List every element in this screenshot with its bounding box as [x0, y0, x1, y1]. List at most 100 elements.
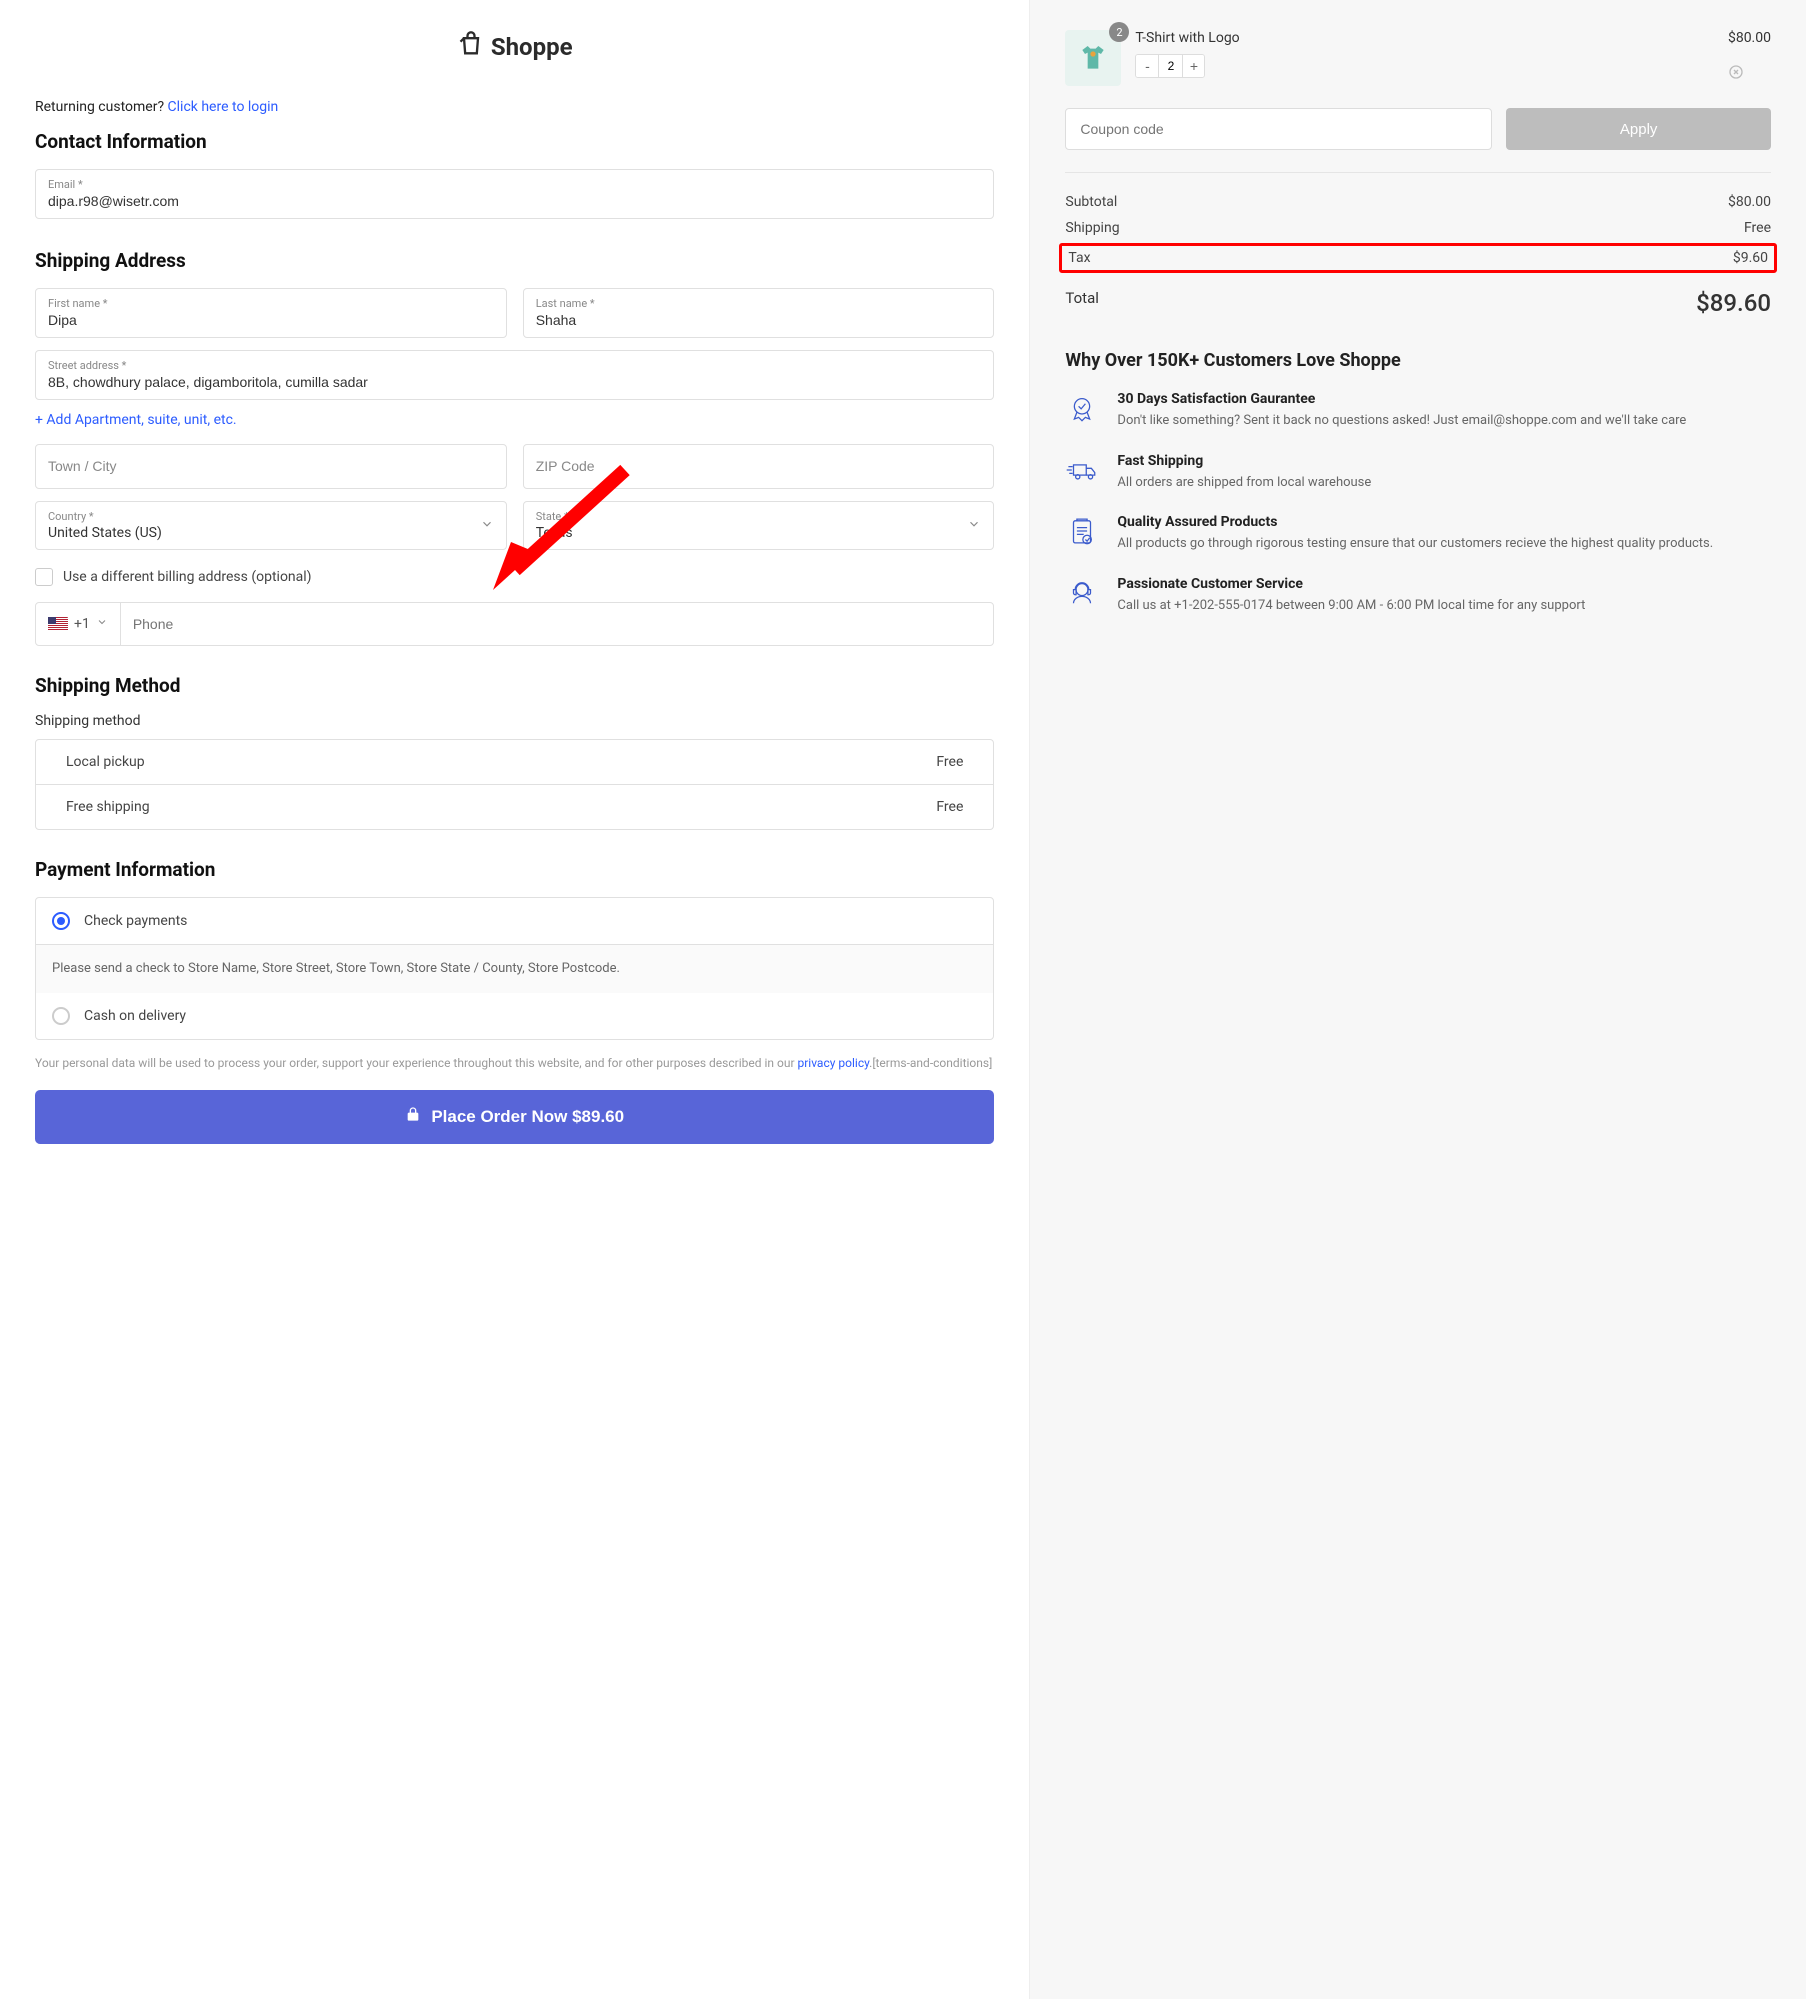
shipping-value: Free [1744, 220, 1771, 236]
shipping-option-name: Local pickup [66, 754, 145, 770]
street-input[interactable] [48, 374, 981, 390]
dial-code: +1 [74, 616, 90, 632]
qty-input[interactable] [1158, 55, 1182, 77]
lock-icon [405, 1106, 421, 1127]
chevron-down-icon [96, 616, 108, 632]
chevron-down-icon [967, 517, 981, 535]
state-label: State * [536, 510, 968, 523]
shipping-label: Shipping [1065, 220, 1119, 236]
last-name-label: Last name * [536, 297, 982, 310]
shipping-icon [1065, 453, 1099, 493]
login-link[interactable]: Click here to login [168, 99, 279, 115]
place-order-label: Place Order Now $89.60 [431, 1107, 624, 1127]
flag-us-icon [48, 617, 68, 631]
benefit-body: Call us at +1-202-555-0174 between 9:00 … [1117, 596, 1585, 616]
header-logo: Shoppe [35, 30, 994, 64]
country-select[interactable]: Country * United States (US) [35, 501, 507, 550]
subtotal-value: $80.00 [1728, 194, 1771, 210]
diff-billing-checkbox[interactable]: Use a different billing address (optiona… [35, 568, 994, 586]
benefit-title: Fast Shipping [1117, 453, 1371, 469]
country-code-select[interactable]: +1 [36, 603, 121, 645]
benefit-body: All products go through rigorous testing… [1117, 534, 1713, 554]
apply-coupon-button[interactable]: Apply [1506, 108, 1771, 150]
why-heading: Why Over 150K+ Customers Love Shoppe [1065, 350, 1771, 371]
first-name-input[interactable] [48, 312, 494, 328]
shipping-option[interactable]: Free shipping Free [36, 784, 993, 829]
first-name-label: First name * [48, 297, 494, 310]
email-input[interactable] [48, 193, 981, 209]
add-apartment-link[interactable]: + Add Apartment, suite, unit, etc. [35, 412, 994, 428]
shipping-method-table: Local pickup Free Free shipping Free [35, 739, 994, 830]
payment-option-cod[interactable]: Cash on delivery [36, 993, 993, 1039]
privacy-text: Your personal data will be used to proce… [35, 1056, 797, 1070]
tax-row: Tax $9.60 [1059, 243, 1777, 273]
privacy-link[interactable]: privacy policy [797, 1056, 869, 1070]
qty-minus-button[interactable]: - [1136, 55, 1158, 77]
benefit-title: Passionate Customer Service [1117, 576, 1585, 592]
chevron-down-icon [480, 517, 494, 535]
logo-icon [457, 30, 485, 64]
shipping-heading: Shipping Address [35, 249, 994, 272]
shipping-row: Shipping Free [1065, 215, 1771, 241]
shipping-method-label: Shipping method [35, 713, 994, 729]
radio-icon [52, 1007, 70, 1025]
guarantee-icon [1065, 391, 1099, 431]
tax-label: Tax [1068, 250, 1090, 266]
benefit-body: All orders are shipped from local wareho… [1117, 473, 1371, 493]
returning-customer: Returning customer? Click here to login [35, 99, 994, 115]
shipping-option-price: Free [936, 754, 963, 770]
product-price: $80.00 [1728, 30, 1771, 46]
last-name-field[interactable]: Last name * [523, 288, 995, 338]
shipping-method-heading: Shipping Method [35, 674, 994, 697]
place-order-button[interactable]: Place Order Now $89.60 [35, 1090, 994, 1144]
subtotal-label: Subtotal [1065, 194, 1117, 210]
total-label: Total [1065, 289, 1099, 317]
email-field[interactable]: Email * [35, 169, 994, 219]
town-field[interactable] [35, 444, 507, 489]
privacy-notice: Your personal data will be used to proce… [35, 1054, 994, 1072]
cart-item: 2 T-Shirt with Logo - + $80.00 [1065, 30, 1771, 86]
qty-plus-button[interactable]: + [1182, 55, 1204, 77]
first-name-field[interactable]: First name * [35, 288, 507, 338]
payment-option-check[interactable]: Check payments [36, 898, 993, 944]
payment-option-label: Cash on delivery [84, 1008, 186, 1024]
zip-field[interactable] [523, 444, 995, 489]
payment-heading: Payment Information [35, 858, 994, 881]
support-icon [1065, 576, 1099, 616]
benefit-title: 30 Days Satisfaction Gaurantee [1117, 391, 1686, 407]
street-label: Street address * [48, 359, 981, 372]
state-select[interactable]: State * Texas [523, 501, 995, 550]
benefit-item: Fast Shipping All orders are shipped fro… [1065, 453, 1771, 493]
total-value: $89.60 [1696, 289, 1771, 317]
quality-icon [1065, 514, 1099, 554]
phone-field[interactable]: +1 [35, 602, 994, 646]
tax-value: $9.60 [1733, 250, 1768, 266]
email-label: Email * [48, 178, 981, 191]
product-thumbnail: 2 [1065, 30, 1121, 86]
benefit-body: Don't like something? Sent it back no qu… [1117, 411, 1686, 431]
country-value: United States (US) [48, 525, 480, 541]
payment-options: Check payments Please send a check to St… [35, 897, 994, 1040]
town-input[interactable] [48, 458, 494, 474]
total-row: Total $89.60 [1065, 275, 1771, 322]
returning-text: Returning customer? [35, 99, 168, 115]
zip-input[interactable] [536, 458, 982, 474]
benefit-item: Quality Assured Products All products go… [1065, 514, 1771, 554]
checkbox-icon [35, 568, 53, 586]
privacy-text-2: .[terms-and-conditions] [869, 1056, 992, 1070]
logo-text: Shoppe [491, 33, 573, 61]
remove-item-button[interactable] [1728, 64, 1771, 84]
payment-info: Please send a check to Store Name, Store… [36, 944, 993, 993]
order-summary: Subtotal $80.00 Shipping Free Tax $9.60 … [1065, 172, 1771, 322]
country-label: Country * [48, 510, 480, 523]
subtotal-row: Subtotal $80.00 [1065, 189, 1771, 215]
payment-option-label: Check payments [84, 913, 187, 929]
shipping-option[interactable]: Local pickup Free [36, 740, 993, 784]
last-name-input[interactable] [536, 312, 982, 328]
diff-billing-label: Use a different billing address (optiona… [63, 569, 312, 585]
state-value: Texas [536, 525, 968, 541]
street-field[interactable]: Street address * [35, 350, 994, 400]
phone-input[interactable] [121, 616, 994, 632]
quantity-stepper[interactable]: - + [1135, 54, 1205, 78]
coupon-input[interactable] [1065, 108, 1492, 150]
